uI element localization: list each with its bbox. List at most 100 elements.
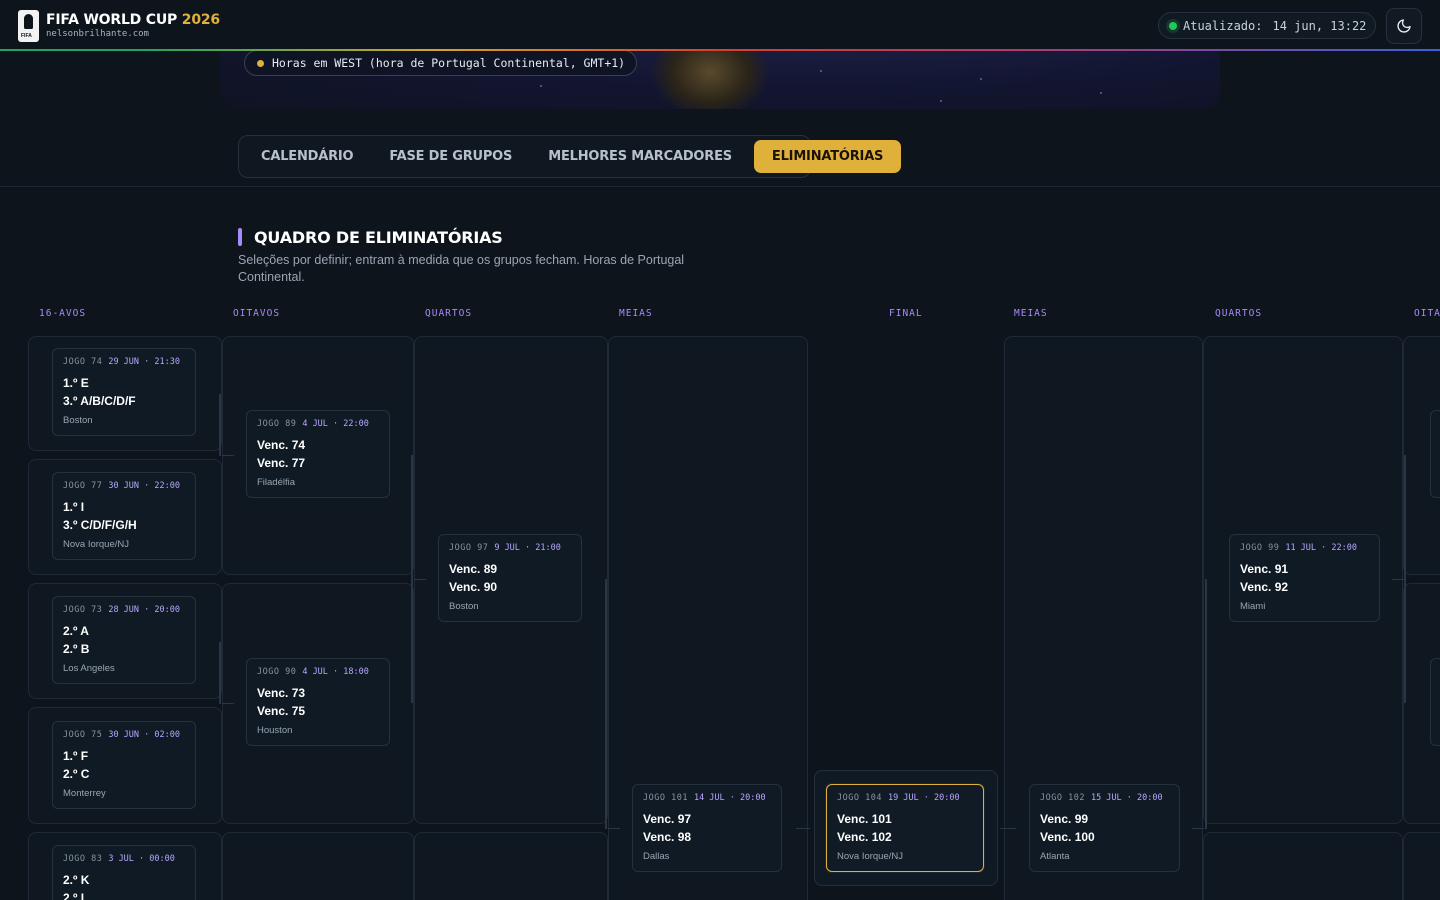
brand-year: 2026 [181, 12, 220, 28]
match-number: JOGO 77 [63, 481, 103, 491]
match-card-final-104[interactable]: JOGO 104 19 JUL · 20:00 Venc. 101 Venc. 1… [826, 784, 984, 872]
bullet-dot-icon [257, 59, 264, 67]
team-2: Venc. 75 [257, 704, 306, 718]
team-2: Venc. 98 [643, 830, 692, 844]
column-header-r32: 16-AVOS [39, 308, 87, 319]
team-1: 2.º A [63, 624, 89, 638]
match-card-73[interactable]: JOGO 73 28 JUN · 20:00 2.º A 2.º B Los An… [52, 596, 196, 684]
match-number: JOGO 73 [63, 605, 103, 615]
team-1: Venc. 91 [1240, 562, 1289, 576]
brand-subtitle: nelsonbrilhante.com [46, 29, 149, 39]
match-number: JOGO 101 [643, 793, 688, 803]
team-1: Venc. 97 [643, 812, 692, 826]
match-datetime: 4 JUL · 22:00 [302, 419, 369, 429]
match-number: JOGO 74 [63, 357, 103, 367]
bracket-connector [796, 828, 810, 829]
column-header-r16-right: OITA [1414, 308, 1440, 319]
match-venue: Filadélfia [257, 477, 296, 488]
match-number: JOGO 104 [837, 793, 882, 803]
team-1: Venc. 101 [837, 812, 892, 826]
timezone-note-text: Horas em WEST (hora de Portugal Continen… [272, 56, 626, 70]
match-datetime: 9 JUL · 21:00 [494, 543, 561, 553]
bracket-connector [219, 642, 221, 704]
match-datetime: 15 JUL · 20:00 [1090, 793, 1163, 803]
bracket-slot-panel [1203, 832, 1403, 900]
match-card-90[interactable]: JOGO 90 4 JUL · 18:00 Venc. 73 Venc. 75 H… [246, 658, 390, 746]
team-2: 3.º C/D/F/G/H [63, 518, 137, 532]
team-2: 3.º A/B/C/D/F [63, 394, 136, 408]
match-datetime: 19 JUL · 20:00 [887, 793, 960, 803]
update-value: 14 jun, 13:22 [1272, 18, 1367, 33]
match-card-clipped[interactable] [1430, 410, 1440, 498]
theme-toggle-button[interactable] [1386, 8, 1422, 44]
tabs-divider [0, 186, 1440, 187]
match-card-83[interactable]: JOGO 83 3 JUL · 00:00 2.º K 2.º L [52, 845, 196, 900]
match-number: JOGO 97 [449, 543, 489, 553]
match-datetime: 28 JUN · 20:00 [108, 605, 180, 615]
match-card-clipped[interactable] [1430, 658, 1440, 746]
team-2: 2.º C [63, 767, 90, 781]
match-card-101[interactable]: JOGO 101 14 JUL · 20:00 Venc. 97 Venc. 98… [632, 784, 782, 872]
match-datetime: 14 JUL · 20:00 [693, 793, 766, 803]
team-2: 2.º B [63, 642, 90, 656]
bracket-slot-panel [414, 832, 608, 900]
tab-melhores-marcadores[interactable]: MELHORES MARCADORES [530, 140, 750, 173]
match-datetime: 4 JUL · 18:00 [302, 667, 369, 677]
match-number: JOGO 75 [63, 730, 103, 740]
match-venue: Atlanta [1040, 851, 1070, 862]
bracket-slot-panel [1403, 832, 1440, 900]
match-venue: Houston [257, 725, 293, 736]
tab-fase-de-grupos[interactable]: FASE DE GRUPOS [371, 140, 530, 173]
team-2: Venc. 100 [1040, 830, 1095, 844]
match-datetime: 3 JUL · 00:00 [108, 854, 175, 864]
team-1: Venc. 99 [1040, 812, 1089, 826]
brand-title[interactable]: FIFA WORLD CUP 2026 [46, 12, 220, 28]
section-subtitle: Seleções por definir; entram à medida qu… [238, 253, 685, 284]
moon-icon [1397, 19, 1411, 33]
match-venue: Nova Iorque/NJ [63, 539, 130, 550]
bracket-slot-panel [222, 832, 414, 900]
bracket-connector [1404, 455, 1406, 703]
column-header-sf-left: MEIAS [619, 308, 653, 319]
team-1: Venc. 74 [257, 438, 306, 452]
match-card-74[interactable]: JOGO 74 29 JUN · 21:30 1.º E 3.º A/B/C/D/… [52, 348, 196, 436]
team-2: Venc. 102 [837, 830, 892, 844]
match-number: JOGO 102 [1040, 793, 1085, 803]
tab-eliminatorias[interactable]: ELIMINATÓRIAS [753, 140, 902, 173]
match-card-97[interactable]: JOGO 97 9 JUL · 21:00 Venc. 89 Venc. 90 B… [438, 534, 582, 622]
column-header-sf-right: MEIAS [1014, 308, 1048, 319]
team-2: Venc. 92 [1240, 580, 1289, 594]
match-card-102[interactable]: JOGO 102 15 JUL · 20:00 Venc. 99 Venc. 10… [1029, 784, 1180, 872]
bracket-connector [1205, 579, 1207, 829]
match-card-77[interactable]: JOGO 77 30 JUN · 22:00 1.º I 3.º C/D/F/G/… [52, 472, 196, 560]
header-color-strip [0, 49, 1440, 51]
section-accent-bar [238, 228, 242, 246]
bracket-connector [222, 703, 234, 704]
world-cup-logo[interactable]: FIFA [18, 10, 39, 42]
main-tabs: CALENDÁRIO FASE DE GRUPOS MELHORES MARCA… [238, 135, 902, 178]
bracket-connector [414, 579, 426, 580]
match-venue: Miami [1240, 601, 1266, 612]
match-card-75[interactable]: JOGO 75 30 JUN · 02:00 1.º F 2.º C Monter… [52, 721, 196, 809]
bracket-connector [411, 455, 413, 703]
column-header-qf-right: QUARTOS [1215, 308, 1263, 319]
team-1: 1.º E [63, 376, 89, 390]
match-datetime: 29 JUN · 21:30 [108, 357, 180, 367]
team-1: Venc. 73 [257, 686, 306, 700]
section-title: QUADRO DE ELIMINATÓRIAS [254, 228, 503, 247]
team-2: 2.º L [63, 891, 89, 900]
match-card-99[interactable]: JOGO 99 11 JUL · 22:00 Venc. 91 Venc. 92 … [1229, 534, 1380, 622]
bracket-connector [222, 455, 234, 456]
match-datetime: 30 JUN · 02:00 [108, 730, 180, 740]
team-1: 2.º K [63, 873, 90, 887]
tab-calendario[interactable]: CALENDÁRIO [243, 140, 371, 173]
match-datetime: 30 JUN · 22:00 [108, 481, 180, 491]
bracket-connector [1192, 828, 1204, 829]
match-number: JOGO 90 [257, 667, 297, 677]
match-venue: Dallas [643, 851, 670, 862]
match-card-89[interactable]: JOGO 89 4 JUL · 22:00 Venc. 74 Venc. 77 F… [246, 410, 390, 498]
match-venue: Boston [449, 601, 479, 612]
bracket-connector [605, 579, 607, 829]
column-header-qf-left: QUARTOS [425, 308, 473, 319]
bracket-connector [219, 394, 221, 456]
